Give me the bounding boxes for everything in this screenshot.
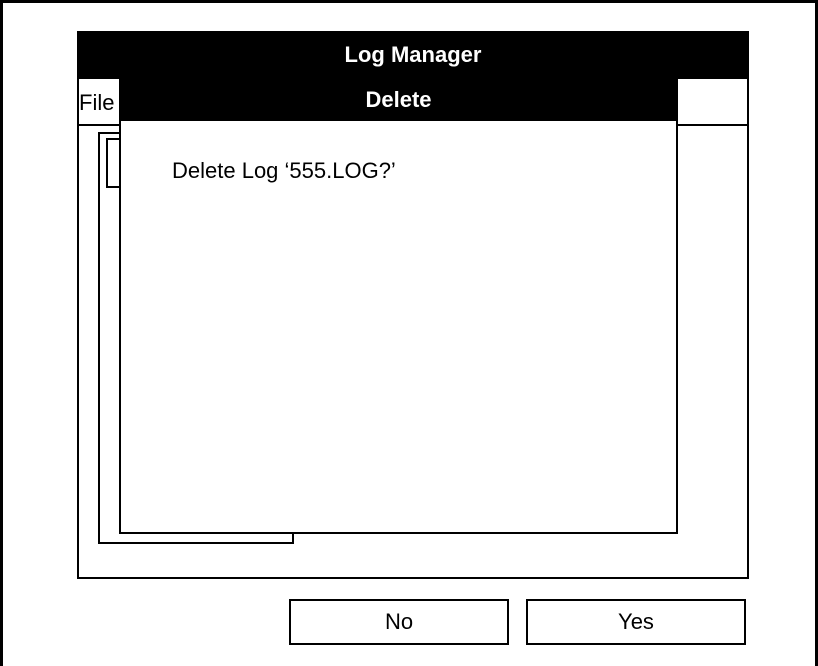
yes-button[interactable]: Yes xyxy=(526,599,746,645)
window-title: Log Manager xyxy=(344,42,482,67)
dialog-title: Delete xyxy=(365,87,432,112)
no-button[interactable]: No xyxy=(289,599,509,645)
dialog-title-bar: Delete xyxy=(119,79,678,121)
frame-border-top xyxy=(0,0,818,3)
dialog-message: Delete Log ‘555.LOG?’ xyxy=(172,158,396,183)
menu-file[interactable]: File xyxy=(79,90,119,116)
window-title-bar: Log Manager xyxy=(77,31,749,79)
frame-border-left xyxy=(0,0,3,666)
